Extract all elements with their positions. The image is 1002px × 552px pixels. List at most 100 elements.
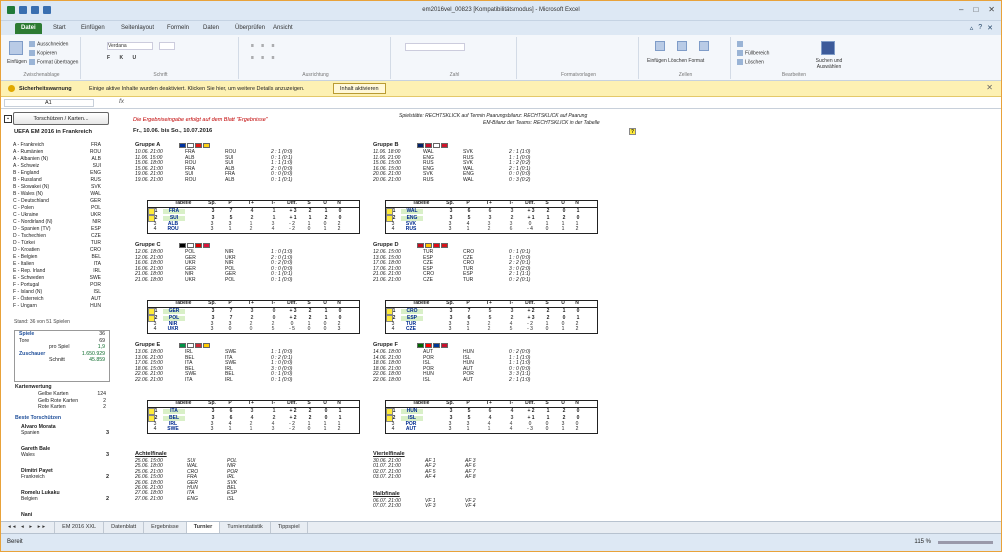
- copy-button[interactable]: Kopieren: [29, 50, 57, 56]
- insert-cells-icon[interactable]: [655, 41, 665, 51]
- team-row[interactable]: B - Slowakei (N) SVK: [13, 184, 101, 191]
- group-table[interactable]: Tabelle Sp. P T+ T- Diff. S U N 1 ITA 3 6 3 1 + 2 2 0 1 2 BE…: [147, 400, 360, 434]
- team-row[interactable]: F - Ungarn HUN: [13, 303, 101, 310]
- workbook-close-icon[interactable]: ✕: [987, 24, 993, 32]
- fill-button[interactable]: Füllbereich: [737, 50, 769, 56]
- group-table[interactable]: Tabelle Sp. P T+ T- Diff. S U N 1 WAL 3 6 6 3 + 3 2 0 1 2 EN…: [385, 200, 598, 234]
- match-row[interactable]: 22.06. 21:00 ITA IRL 0 : 1 (0:0): [135, 377, 301, 384]
- match-row[interactable]: 21.06. 21:00 CZE TUR 0 : 2 (0:1): [373, 277, 539, 284]
- select-all-icon[interactable]: ▪: [4, 115, 12, 123]
- find-select-label[interactable]: Suchen und Auswählen: [807, 58, 851, 70]
- team-row[interactable]: E - Belgien BEL: [13, 254, 101, 261]
- team-row[interactable]: C - Nordirland (N) NIR: [13, 219, 101, 226]
- team-row[interactable]: D - Tschechien CZE: [13, 233, 101, 240]
- sheet-tab-turnierstatistik[interactable]: Turnierstatistik: [220, 522, 271, 533]
- tab-data[interactable]: Daten: [197, 23, 225, 34]
- minimize-icon[interactable]: –: [959, 5, 963, 14]
- sheet-tab-turnier[interactable]: Turnier: [186, 522, 221, 533]
- delete-cells-icon[interactable]: [677, 41, 687, 51]
- table-row[interactable]: 4 CZE 3 1 2 5 - 3 0 1 2: [386, 327, 597, 333]
- tab-view[interactable]: Ansicht: [267, 23, 299, 34]
- sheet-tab-ergebnisse[interactable]: Ergebnisse: [144, 522, 187, 533]
- team-row[interactable]: D - Türkei TUR: [13, 240, 101, 247]
- minimize-ribbon-icon[interactable]: ▵: [970, 24, 974, 32]
- match-row[interactable]: 19.06. 21:00 ROU ALB 0 : 1 (0:1): [135, 177, 301, 184]
- knockout-match[interactable]: 03.07. 21:00 AF 4 AF 8: [373, 474, 535, 480]
- match-row[interactable]: 22.06. 18:00 ISL AUT 2 : 1 (1:0): [373, 377, 539, 384]
- zoom-slider[interactable]: [938, 541, 993, 544]
- sheet-tab-tippspiel[interactable]: Tippspiel: [271, 522, 308, 533]
- font-select[interactable]: Verdana: [107, 42, 153, 50]
- team-row[interactable]: B - Russland RUS: [13, 177, 101, 184]
- tab-formulas[interactable]: Formeln: [161, 23, 195, 34]
- tab-start[interactable]: Start: [47, 23, 72, 34]
- table-row[interactable]: 1 WAL 3 6 6 3 + 3 2 0 1: [386, 207, 579, 215]
- close-bar-icon[interactable]: ✕: [986, 83, 993, 92]
- team-row[interactable]: C - Ukraine UKR: [13, 212, 101, 219]
- paste-label[interactable]: Einfügen: [7, 59, 27, 65]
- table-row[interactable]: 4 ROU 3 1 2 4 - 2 0 1 2: [148, 227, 359, 233]
- table-row[interactable]: 4 UKR 3 0 0 5 - 5 0 0 3: [148, 327, 359, 333]
- cut-button[interactable]: Ausschneiden: [29, 41, 68, 47]
- team-row[interactable]: B - Wales (N) WAL: [13, 191, 101, 198]
- format-painter-button[interactable]: Format übertragen: [29, 59, 78, 65]
- team-row[interactable]: D - Spanien (TV) ESP: [13, 226, 101, 233]
- team-row[interactable]: F - Island (N) ISL: [13, 289, 101, 296]
- sheet-tab-em2016[interactable]: EM 2016 XXL: [55, 522, 105, 533]
- table-row[interactable]: 1 GER 3 7 3 0 + 3 2 1 0: [148, 307, 341, 315]
- team-row[interactable]: C - Polen POL: [13, 205, 101, 212]
- help-icon[interactable]: ?: [978, 24, 982, 32]
- zoom-level[interactable]: 115 %: [914, 539, 931, 545]
- team-row[interactable]: F - Österreich AUT: [13, 296, 101, 303]
- tab-insert[interactable]: Einfügen: [75, 23, 111, 34]
- align-horizontal-icons[interactable]: ≡ ≡ ≡: [251, 55, 278, 61]
- number-format-select[interactable]: [405, 43, 465, 51]
- table-row[interactable]: 4 SWE 3 1 1 3 - 2 0 1 2: [148, 427, 359, 433]
- format-cells-icon[interactable]: [699, 41, 709, 51]
- team-row[interactable]: B - England ENG: [13, 170, 101, 177]
- tab-review[interactable]: Überprüfen: [229, 23, 271, 34]
- table-row[interactable]: 1 HUN 3 5 6 4 + 2 1 2 0: [386, 407, 579, 415]
- sum-button[interactable]: [737, 41, 745, 47]
- team-row[interactable]: E - Rep. Irland IRL: [13, 268, 101, 275]
- table-row[interactable]: 1 ITA 3 6 3 1 + 2 2 0 1: [148, 407, 341, 415]
- team-row[interactable]: A - Albanien (N) ALB: [13, 156, 101, 163]
- team-row[interactable]: A - Rumänien ROU: [13, 149, 101, 156]
- team-row[interactable]: D - Kroatien CRO: [13, 247, 101, 254]
- fx-icon[interactable]: fx: [119, 98, 124, 105]
- match-row[interactable]: 20.06. 21:00 RUS WAL 0 : 3 (0:2): [373, 177, 539, 184]
- table-row[interactable]: 4 AUT 3 1 1 4 - 3 0 1 2: [386, 427, 597, 433]
- group-table[interactable]: Tabelle Sp. P T+ T- Diff. S U N 1 GER 3 7 3 0 + 3 2 1 0 2 PO…: [147, 300, 360, 334]
- team-row[interactable]: A - Schweiz SUI: [13, 163, 101, 170]
- scorers-cards-button[interactable]: Torschützen / Karten...: [13, 112, 109, 125]
- maximize-icon[interactable]: □: [973, 5, 978, 14]
- security-message[interactable]: Einige aktive Inhalte wurden deaktiviert…: [89, 86, 305, 92]
- group-table[interactable]: Tabelle Sp. P T+ T- Diff. S U N 1 FRA 3 7 4 1 + 3 2 1 0 2 SU…: [147, 200, 360, 234]
- tab-page-layout[interactable]: Seitenlayout: [115, 23, 160, 34]
- knockout-match[interactable]: 27.06. 21:00 ENG ISL: [135, 496, 297, 502]
- enable-content-button[interactable]: Inhalt aktivieren: [333, 83, 386, 94]
- team-row[interactable]: F - Portugal POR: [13, 282, 101, 289]
- group-table[interactable]: Tabelle Sp. P T+ T- Diff. S U N 1 CRO 3 7 5 3 + 2 2 1 0 2 ES…: [385, 300, 598, 334]
- binoculars-icon[interactable]: [821, 41, 835, 55]
- knockout-match[interactable]: 07.07. 21:00 VF 3 VF 4: [373, 503, 535, 509]
- paste-icon[interactable]: [9, 41, 23, 55]
- table-row[interactable]: 4 RUS 3 1 2 6 - 4 0 1 2: [386, 227, 597, 233]
- font-size-select[interactable]: [159, 42, 175, 50]
- team-row[interactable]: E - Italien ITA: [13, 261, 101, 268]
- close-icon[interactable]: ✕: [988, 5, 995, 14]
- tab-file[interactable]: Datei: [15, 23, 42, 34]
- name-box[interactable]: A1: [4, 99, 94, 107]
- match-row[interactable]: 21.06. 18:00 UKR POL 0 : 1 (0:0): [135, 277, 301, 284]
- table-row[interactable]: 1 CRO 3 7 5 3 + 2 2 1 0: [386, 307, 579, 315]
- team-row[interactable]: A - Frankreich FRA: [13, 142, 101, 149]
- team-row[interactable]: C - Deutschland GER: [13, 198, 101, 205]
- sheet-nav-icons[interactable]: ◂◂ ◂ ▸ ▸▸: [1, 522, 56, 533]
- clear-button[interactable]: Löschen: [737, 59, 764, 65]
- help-marker[interactable]: ?: [629, 128, 636, 135]
- team-row[interactable]: E - Schweden SWE: [13, 275, 101, 282]
- table-row[interactable]: 1 FRA 3 7 4 1 + 3 2 1 0: [148, 207, 341, 215]
- font-style-buttons[interactable]: F K U: [107, 55, 140, 61]
- worksheet[interactable]: ▪ Torschützen / Karten... UEFA EM 2016 i…: [1, 109, 1001, 521]
- group-table[interactable]: Tabelle Sp. P T+ T- Diff. S U N 1 HUN 3 5 6 4 + 2 1 2 0 2 IS…: [385, 400, 598, 434]
